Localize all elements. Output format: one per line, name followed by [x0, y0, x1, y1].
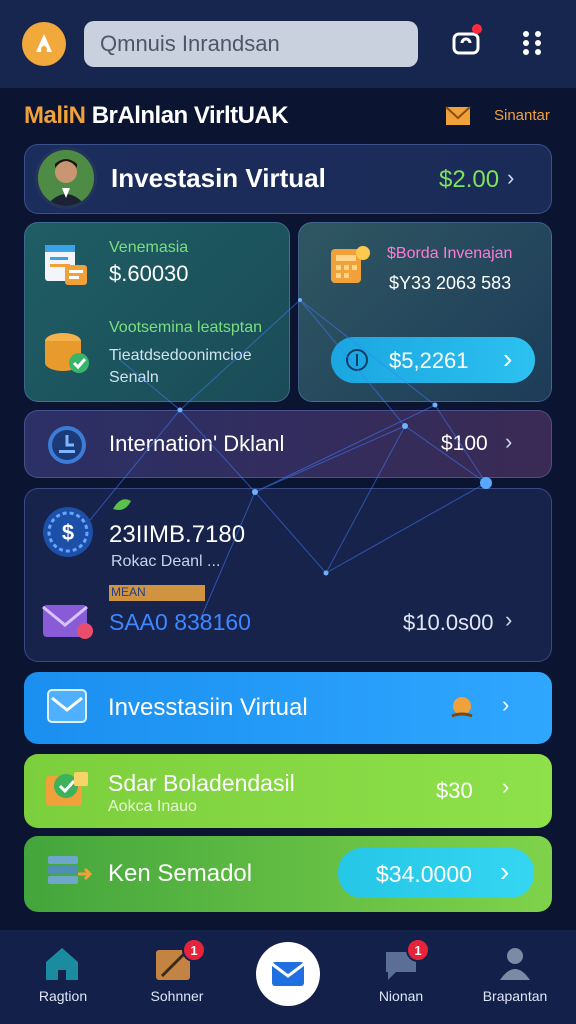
investment-pill-value: $5,2261 — [389, 348, 469, 373]
chevron-right-icon: › — [502, 692, 510, 717]
svg-text:$: $ — [62, 520, 74, 545]
nav-label-messages: Nionan — [378, 988, 424, 1004]
nav-item-profile[interactable]: Brapantan — [460, 930, 570, 1024]
camera-button[interactable] — [446, 22, 486, 62]
balance-subtitle: Aokca Inauo — [108, 798, 197, 815]
cash-stack-icon — [48, 856, 93, 884]
section-title: MaliN BrAlnlan VirltUAK — [24, 102, 289, 130]
savings-card[interactable]: Venemasia $.60030 Vootsemina leatsptan T… — [24, 222, 290, 402]
chevron-right-icon: › — [500, 856, 510, 887]
more-menu-button[interactable] — [512, 22, 552, 62]
profile-value: $2.00 — [439, 166, 500, 193]
notification-dot — [472, 24, 482, 34]
virtual-investment-row[interactable]: Invesstasiin Virtual › — [24, 672, 552, 744]
search-input[interactable]: Qmnuis Inrandsan — [84, 21, 418, 67]
more-dots-icon — [523, 31, 541, 55]
investment-value: $Y33 2063 583 — [389, 273, 512, 293]
logo-icon — [36, 34, 52, 52]
leaf-icon — [113, 499, 131, 510]
international-value: $100 — [441, 432, 488, 455]
top-bar: Qmnuis Inrandsan — [0, 0, 576, 88]
nav-item-home[interactable]: Ragtion — [8, 930, 118, 1024]
nav-badge-scanner: 1 — [182, 938, 206, 962]
savings-value: $.60030 — [109, 261, 189, 286]
document-icon — [45, 245, 87, 285]
savings-plan-title: Ken Semadol — [108, 860, 253, 887]
info-circle-icon — [346, 349, 368, 371]
search-placeholder: Qmnuis Inrandsan — [100, 31, 280, 56]
savings-plan-value: $34.0000 — [376, 861, 472, 887]
balance-value: $30 — [436, 778, 473, 803]
account-sub: Rokac Deanl ... — [111, 553, 221, 570]
dollar-coin-icon: $ — [43, 507, 93, 557]
savings-sub-1: Tieatdsedoonimcioe — [109, 347, 252, 364]
savings-label-2: Vootsemina leatsptan — [109, 319, 262, 336]
nav-item-messages[interactable]: 1 Nionan — [346, 930, 456, 1024]
envelope-icon — [445, 106, 471, 125]
balance-title: Sdar Boladendasil — [108, 770, 295, 796]
account-tag: MEAN — [109, 585, 205, 601]
chevron-right-icon: › — [505, 429, 513, 454]
chevron-right-icon: › — [502, 774, 510, 799]
account-card[interactable]: $ 23IIMB.7180 Rokac Deanl ... MEAN SAA0 … — [24, 488, 552, 662]
hand-coin-icon — [451, 697, 473, 718]
savings-label: Venemasia — [109, 239, 189, 256]
international-row[interactable]: Internation' Dklanl $100 › — [24, 410, 552, 478]
chevron-right-icon: › — [503, 343, 513, 374]
section-title-rest: BrAlnlan VirltUAK — [91, 102, 289, 129]
nav-item-scanner[interactable]: 1 Sohnner — [122, 930, 232, 1024]
nav-label-home: Ragtion — [38, 988, 88, 1004]
chevron-right-icon: › — [505, 607, 513, 632]
balance-row[interactable]: Sdar Boladendasil Aokca Inauo $30 › — [24, 754, 552, 828]
nav-label-profile: Brapantan — [482, 988, 548, 1004]
avatar — [35, 147, 97, 209]
person-avatar-icon — [38, 150, 94, 206]
coins-check-icon — [45, 333, 89, 373]
savings-plan-pill-button[interactable]: $34.0000 › — [338, 848, 534, 898]
investment-pill-button[interactable]: $5,2261 › — [331, 337, 535, 383]
section-title-lead: MaliN — [24, 102, 86, 129]
profile-title: Investasin Virtual — [111, 163, 326, 193]
message-icon — [47, 689, 87, 723]
investment-title: $Borda Invenajan — [387, 245, 513, 262]
calculator-coin-icon — [331, 246, 370, 283]
mail-envelope-icon — [42, 605, 93, 639]
international-title: Internation' Dklanl — [109, 431, 285, 456]
savings-sub-2: Senaln — [109, 369, 159, 386]
section-mail-button[interactable] — [444, 104, 472, 128]
compose-mail-button[interactable] — [256, 942, 320, 1006]
profile-card[interactable]: Investasin Virtual $2.00 › — [24, 144, 552, 214]
chevron-right-icon: › — [507, 165, 515, 190]
nav-badge-messages: 1 — [406, 938, 430, 962]
account-code: SAA0 838160 — [109, 609, 251, 635]
clock-person-icon — [48, 426, 86, 464]
user-icon — [500, 948, 530, 980]
account-value: $10.0s00 — [403, 610, 494, 635]
account-number: 23IIMB.7180 — [109, 521, 246, 548]
mail-icon — [271, 962, 305, 986]
savings-plan-row[interactable]: Ken Semadol $34.0000 › — [24, 836, 552, 912]
investment-card[interactable]: $Borda Invenajan $Y33 2063 583 $5,2261 › — [298, 222, 552, 402]
home-icon — [46, 948, 78, 980]
section-link[interactable]: Sinantar — [494, 107, 550, 124]
app-logo[interactable] — [22, 22, 66, 66]
virtual-investment-title: Invesstasiin Virtual — [108, 694, 308, 721]
nav-label-scanner: Sohnner — [150, 988, 204, 1004]
chart-check-icon — [46, 772, 88, 806]
